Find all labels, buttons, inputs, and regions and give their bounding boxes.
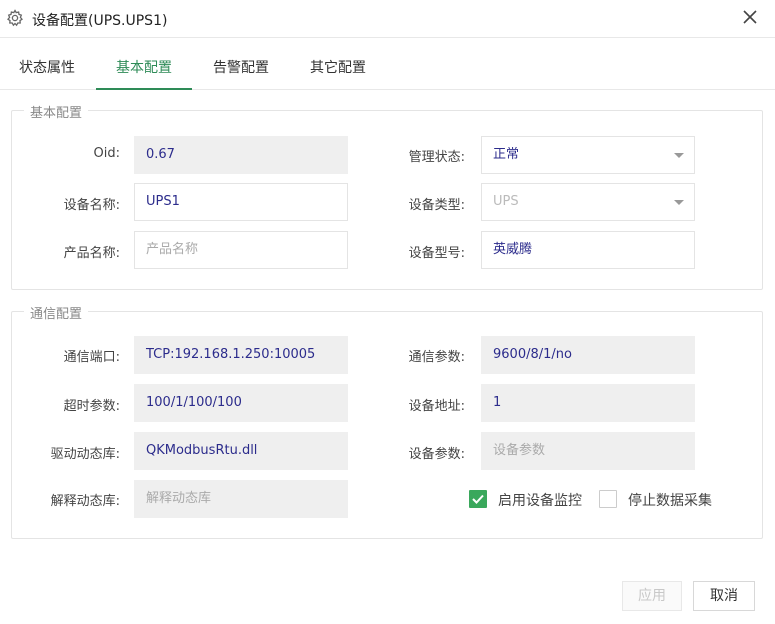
oid-field[interactable]: 0.67 (134, 136, 348, 174)
basic-config-legend: 基本配置 (24, 102, 89, 121)
tab-bar: 状态属性 基本配置 告警配置 其它配置 (0, 48, 775, 90)
dialog-titlebar: 设备配置(UPS.UPS1) (0, 0, 775, 38)
device-address-field[interactable]: 1 (481, 384, 695, 422)
parser-lib-field[interactable]: 解释动态库 (134, 480, 348, 518)
mgmt-state-select[interactable]: 正常 (481, 136, 695, 174)
tab-status-attributes[interactable]: 状态属性 (8, 48, 86, 90)
enable-monitor-checkbox[interactable] (469, 490, 487, 508)
apply-button[interactable]: 应用 (622, 581, 682, 611)
tab-alarm-config[interactable]: 告警配置 (200, 48, 282, 90)
device-params-field[interactable]: 设备参数 (481, 432, 695, 470)
device-params-label: 设备参数: (408, 447, 465, 462)
oid-label: Oid: (93, 146, 120, 161)
device-type-value: UPS (493, 194, 519, 209)
chevron-down-icon (674, 153, 684, 158)
comm-params-label: 通信参数: (408, 350, 465, 365)
driver-lib-field[interactable]: QKModbusRtu.dll (134, 432, 348, 470)
stop-collect-checkbox[interactable] (599, 490, 617, 508)
stop-collect-label[interactable]: 停止数据采集 (628, 490, 712, 510)
mgmt-state-label: 管理状态: (408, 150, 465, 165)
product-name-field[interactable]: 产品名称 (134, 231, 348, 269)
device-type-label: 设备类型: (408, 198, 465, 213)
device-name-label: 设备名称: (63, 198, 120, 213)
timeout-field[interactable]: 100/1/100/100 (134, 384, 348, 422)
comm-port-field[interactable]: TCP:192.168.1.250:10005 (134, 336, 348, 374)
device-type-select[interactable]: UPS (481, 183, 695, 221)
cancel-button[interactable]: 取消 (693, 581, 755, 611)
comm-config-legend: 通信配置 (24, 303, 89, 322)
comm-params-field[interactable]: 9600/8/1/no (481, 336, 695, 374)
tab-basic-config[interactable]: 基本配置 (96, 48, 192, 90)
close-icon[interactable] (740, 7, 760, 27)
device-model-field[interactable]: 英威腾 (481, 231, 695, 269)
product-name-label: 产品名称: (63, 246, 120, 261)
chevron-down-icon (674, 200, 684, 205)
mgmt-state-value: 正常 (493, 147, 520, 162)
enable-monitor-label[interactable]: 启用设备监控 (498, 490, 582, 510)
tab-other-config[interactable]: 其它配置 (298, 48, 378, 90)
driver-lib-label: 驱动动态库: (50, 447, 120, 462)
device-model-label: 设备型号: (408, 246, 465, 261)
device-address-label: 设备地址: (408, 399, 465, 414)
parser-lib-label: 解释动态库: (50, 494, 120, 509)
check-icon (472, 494, 484, 504)
gear-icon (6, 9, 24, 27)
dialog-title: 设备配置(UPS.UPS1) (32, 13, 168, 29)
timeout-label: 超时参数: (63, 399, 120, 414)
device-name-field[interactable]: UPS1 (134, 183, 348, 221)
comm-port-label: 通信端口: (63, 350, 120, 365)
